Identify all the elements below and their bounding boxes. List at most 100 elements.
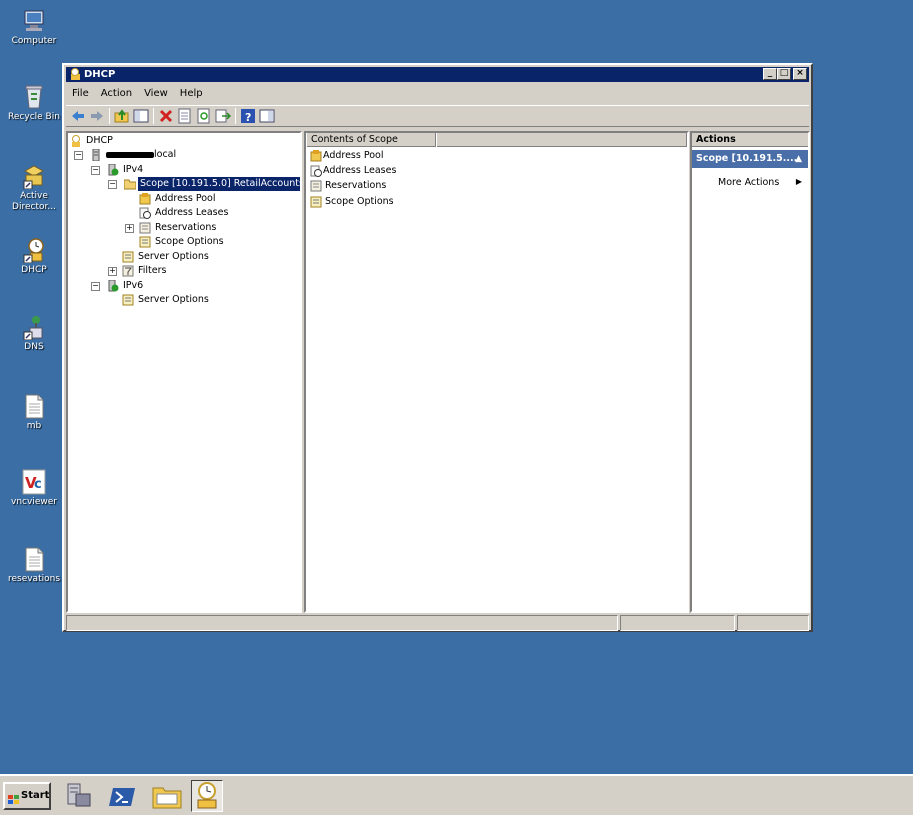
delete-icon[interactable] (158, 108, 174, 124)
refresh-icon[interactable] (196, 108, 212, 124)
export-list-icon[interactable] (215, 108, 232, 124)
server-options-icon (122, 294, 134, 306)
show-hide-tree-icon[interactable] (133, 108, 149, 124)
reservations-icon (310, 180, 322, 192)
window-titlebar[interactable]: DHCP _ □ × (66, 67, 809, 82)
status-panel-1 (66, 615, 618, 631)
desktop-icon-resevations[interactable]: resevations (4, 546, 64, 585)
ipv4-icon (107, 163, 119, 176)
filter-icon (122, 265, 134, 277)
redacted-server-name (106, 151, 154, 158)
address-leases-icon (139, 207, 151, 219)
status-panel-3 (737, 615, 809, 631)
window-title: DHCP (84, 69, 116, 80)
menu-action[interactable]: Action (101, 88, 132, 99)
dhcp-window: DHCP _ □ × File Action View Help ? DHCP (62, 63, 813, 632)
server-manager-icon[interactable] (62, 780, 94, 812)
collapse-icon[interactable]: − (74, 151, 83, 160)
toolbar-separator (153, 108, 154, 124)
tree-pane: DHCP − local − IPv4 − Scope [10.191.5.0]… (66, 131, 302, 613)
svg-text:?: ? (245, 111, 251, 124)
menu-view[interactable]: View (144, 88, 168, 99)
toolbar-separator (109, 108, 110, 124)
toolbar: ? (66, 105, 809, 127)
desktop-icon-label: Active Director... (12, 191, 56, 212)
vnc-icon: Vc (22, 469, 46, 495)
dhcp-icon (70, 135, 82, 147)
actions-scope-label: Scope [10.191.5.... (696, 153, 798, 164)
address-pool-icon (310, 150, 322, 162)
maximize-button[interactable]: □ (777, 68, 791, 80)
properties-icon[interactable] (177, 108, 193, 124)
actions-header: Actions (692, 133, 808, 147)
desktop-icon-label: Computer (11, 36, 57, 46)
contents-column-header: Contents of Scope (306, 133, 687, 147)
document-icon (22, 393, 46, 419)
reservations-icon (139, 222, 151, 234)
expand-icon[interactable]: + (108, 267, 117, 276)
desktop-icon-label: DNS (24, 342, 44, 352)
column-header-empty[interactable] (436, 133, 687, 147)
computer-icon (22, 8, 46, 34)
powershell-icon[interactable] (107, 780, 139, 812)
folder-icon (123, 178, 137, 190)
desktop-icon-dns[interactable]: DNS (4, 314, 64, 353)
toolbar-separator (235, 108, 236, 124)
help-icon[interactable]: ? (240, 108, 256, 124)
status-bar (66, 615, 809, 631)
menu-help[interactable]: Help (180, 88, 203, 99)
forward-arrow-icon[interactable] (89, 108, 105, 124)
dhcp-icon (22, 237, 46, 264)
svg-text:c: c (34, 477, 42, 492)
up-folder-icon[interactable] (114, 108, 130, 124)
start-label: Start (21, 790, 50, 801)
desktop-icon-computer[interactable]: Computer (4, 8, 64, 47)
address-leases-icon (310, 165, 322, 177)
minimize-button[interactable]: _ (763, 68, 777, 80)
ipv6-icon (107, 279, 119, 292)
menu-bar: File Action View Help (66, 84, 809, 102)
explorer-icon[interactable] (151, 780, 183, 812)
start-button[interactable]: Start (3, 782, 51, 810)
close-button[interactable]: × (793, 68, 807, 80)
collapse-icon[interactable]: − (91, 166, 100, 175)
scope-options-icon (139, 236, 151, 248)
server-icon (90, 148, 102, 162)
dns-icon (22, 314, 46, 341)
desktop-icon-vncviewer[interactable]: Vc vncviewer (4, 469, 64, 508)
server-domain: local (154, 149, 177, 160)
desktop-icon-active-directory[interactable]: Active Director... (4, 163, 64, 213)
back-arrow-icon[interactable] (70, 108, 86, 124)
desktop-icon-label: Recycle Bin (8, 112, 60, 122)
active-directory-icon (22, 163, 46, 190)
windows-logo-icon (8, 791, 19, 804)
actions-pane: Actions Scope [10.191.5.... ▲ More Actio… (690, 131, 810, 613)
desktop-icon-label: mb (26, 421, 42, 431)
collapse-up-icon[interactable]: ▲ (795, 150, 802, 168)
contents-pane: Contents of Scope Address Pool Address L… (304, 131, 689, 613)
desktop-icon-label: resevations (7, 574, 61, 584)
show-hide-action-pane-icon[interactable] (259, 108, 275, 124)
column-header-contents[interactable]: Contents of Scope (306, 133, 436, 147)
desktop-icon-label: vncviewer (11, 497, 57, 507)
desktop-icon-mb[interactable]: mb (4, 393, 64, 432)
expand-icon[interactable]: + (125, 224, 134, 233)
actions-scope-group[interactable]: Scope [10.191.5.... ▲ (692, 150, 808, 168)
desktop-icon-label: DHCP (21, 265, 47, 275)
document-icon (22, 546, 46, 572)
dhcp-taskbar-icon[interactable] (191, 780, 223, 812)
address-pool-icon (139, 193, 151, 205)
collapse-icon[interactable]: − (91, 282, 100, 291)
desktop-icon-recycle-bin[interactable]: Recycle Bin (4, 84, 64, 123)
recycle-bin-icon (22, 84, 46, 110)
chevron-right-icon: ▶ (795, 177, 802, 186)
desktop-icon-dhcp[interactable]: DHCP (4, 237, 64, 276)
menu-file[interactable]: File (72, 88, 89, 99)
collapse-icon[interactable]: − (108, 180, 117, 189)
dhcp-icon (69, 68, 81, 80)
server-options-icon (122, 251, 134, 263)
scope-options-icon (310, 196, 322, 208)
status-panel-2 (620, 615, 735, 631)
more-actions-link[interactable]: More Actions (718, 177, 779, 188)
taskbar: Start (0, 774, 913, 815)
